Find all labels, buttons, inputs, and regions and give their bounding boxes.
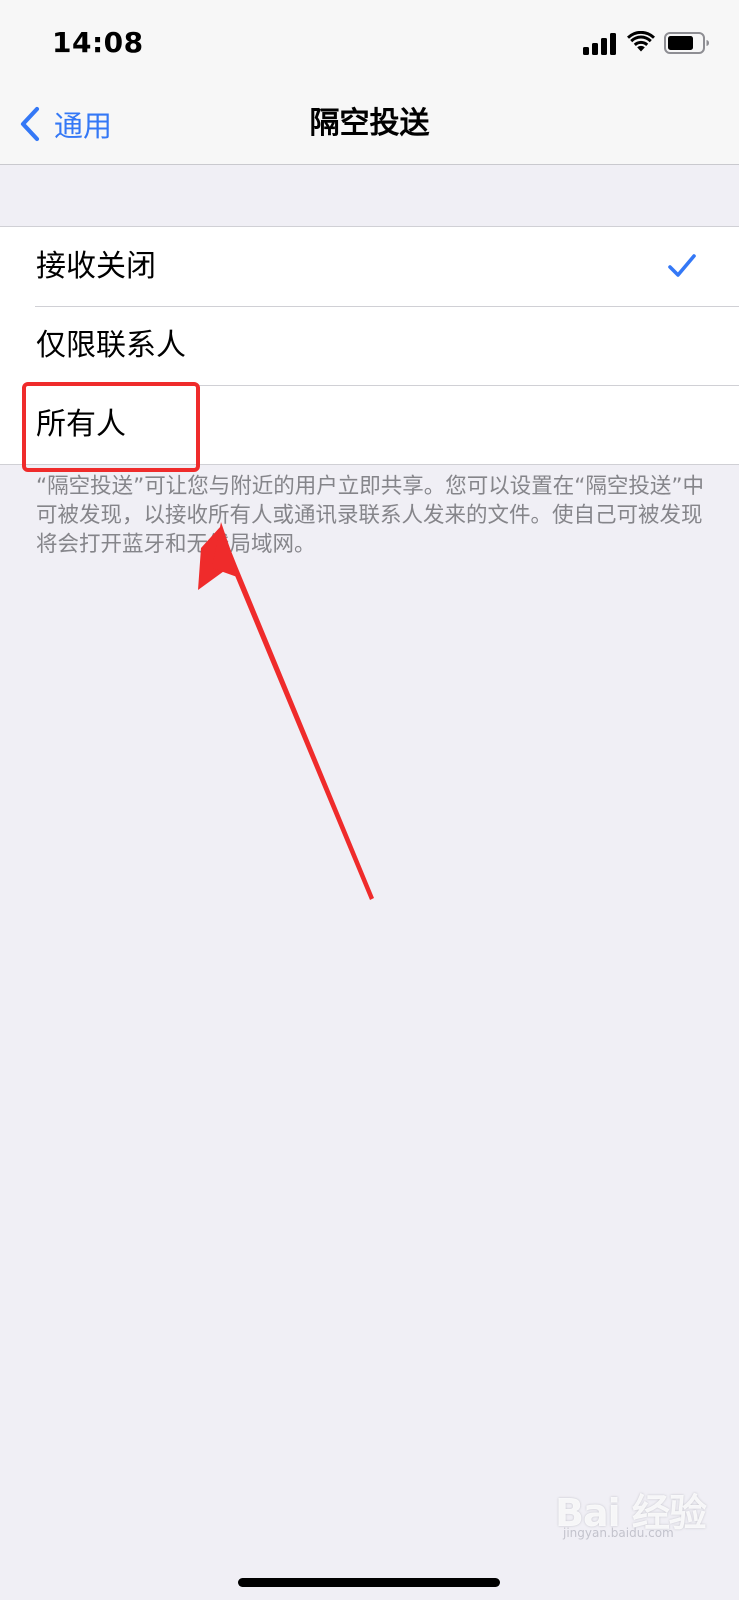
navigation-bar: 隔空投送 通用 — [0, 84, 739, 165]
status-time: 14:08 — [52, 26, 144, 59]
watermark-logo: Bai 经验 jingyan.baidu.com — [555, 1476, 715, 1542]
wifi-icon — [627, 31, 655, 52]
signal-icon — [583, 33, 617, 55]
back-label: 通用 — [54, 109, 113, 143]
option-label: 接收关闭 — [36, 249, 156, 284]
battery-icon — [664, 32, 709, 54]
annotation-highlight-box — [22, 382, 200, 472]
footer-description: “隔空投送”可让您与附近的用户立即共享。您可以设置在“隔空投送”中可被发现，以接… — [36, 474, 705, 557]
status-bar: 14:08 — [0, 0, 739, 84]
option-receiving-off[interactable]: 接收关闭 — [0, 227, 739, 306]
watermark-subtext: jingyan.baidu.com — [563, 1526, 674, 1540]
back-button[interactable]: 通用 — [18, 102, 112, 146]
chevron-left-icon — [20, 106, 40, 142]
option-contacts-only[interactable]: 仅限联系人 — [0, 306, 739, 385]
home-indicator[interactable] — [238, 1578, 500, 1587]
checkmark-icon — [668, 254, 696, 277]
option-label: 仅限联系人 — [36, 328, 186, 363]
airdrop-settings-screen: 14:08 隔空投送 通用 接收关闭 仅限联系人 所有人 “隔空投送”可让您与附… — [0, 0, 739, 1600]
